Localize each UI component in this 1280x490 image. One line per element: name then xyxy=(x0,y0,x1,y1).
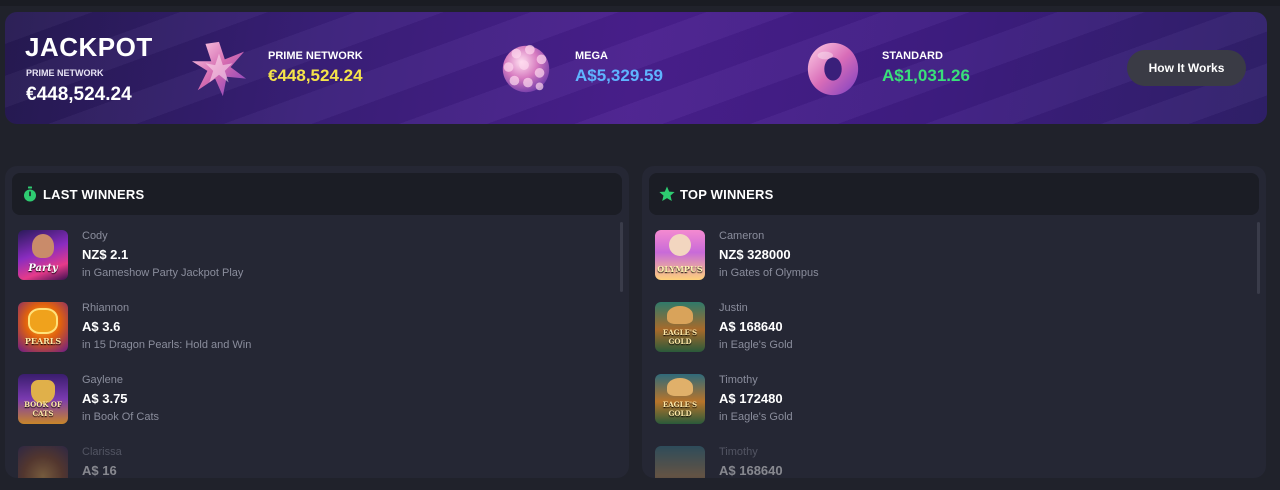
winner-game[interactable]: in Eagle's Gold xyxy=(719,411,793,423)
thumbnail-label: OLYMPUS xyxy=(657,264,703,274)
winner-amount: A$ 3.75 xyxy=(82,391,128,406)
jackpot-banner: JACKPOT PRIME NETWORK €448,524.24 PRIME … xyxy=(5,12,1267,124)
game-thumbnail[interactable]: EAGLE'S GOLD xyxy=(655,374,705,424)
winner-game[interactable]: in Book Of Cats xyxy=(82,411,159,423)
stopwatch-icon xyxy=(24,186,36,202)
game-thumbnail[interactable] xyxy=(655,446,705,478)
jackpot-item-value: A$1,031.26 xyxy=(882,66,970,85)
top-winners-panel: TOP WINNERS OLYMPUS Cameron NZ$ 328000 i… xyxy=(642,166,1266,478)
game-thumbnail[interactable]: Party xyxy=(18,230,68,280)
jackpot-item-value: €448,524.24 xyxy=(268,66,363,85)
winner-amount: A$ 3.6 xyxy=(82,319,121,334)
list-item[interactable]: OLYMPUS Cameron NZ$ 328000 in Gates of O… xyxy=(655,222,1215,282)
eagle-figure xyxy=(667,306,693,324)
zeus-figure xyxy=(669,234,691,256)
top-winners-header: TOP WINNERS xyxy=(649,173,1259,215)
winner-name: Clarissa xyxy=(82,446,122,458)
winner-game[interactable]: in 15 Dragon Pearls: Hold and Win xyxy=(82,339,251,351)
winner-amount: A$ 172480 xyxy=(719,391,783,406)
torus-ring-icon xyxy=(807,42,859,96)
jackpot-item-name: MEGA xyxy=(575,50,608,62)
game-thumbnail[interactable]: PEARLS xyxy=(18,302,68,352)
dragon-figure xyxy=(28,308,58,334)
list-item[interactable]: Clarissa A$ 16 xyxy=(18,438,578,478)
top-winners-title: TOP WINNERS xyxy=(680,187,774,202)
thumbnail-label: EAGLE'S GOLD xyxy=(662,400,698,418)
winner-name: Timothy xyxy=(719,374,758,386)
winner-amount: A$ 16 xyxy=(82,463,117,478)
winner-amount: A$ 168640 xyxy=(719,319,783,334)
list-item[interactable]: EAGLE'S GOLD Timothy A$ 172480 in Eagle'… xyxy=(655,366,1215,426)
jackpot-title: JACKPOT xyxy=(25,32,153,62)
list-item[interactable]: EAGLE'S GOLD Justin A$ 168640 in Eagle's… xyxy=(655,294,1215,354)
last-winners-title: LAST WINNERS xyxy=(43,187,145,202)
thumbnail-label: BOOK OF CATS xyxy=(24,400,62,418)
game-thumbnail[interactable]: OLYMPUS xyxy=(655,230,705,280)
winner-game[interactable]: in Eagle's Gold xyxy=(719,339,793,351)
list-item[interactable]: Timothy A$ 168640 xyxy=(655,438,1215,478)
winner-name: Cameron xyxy=(719,230,765,242)
last-winners-list: Party Cody NZ$ 2.1 in Gameshow Party Jac… xyxy=(5,222,629,478)
top-winners-list: OLYMPUS Cameron NZ$ 328000 in Gates of O… xyxy=(642,222,1266,478)
last-winners-header: LAST WINNERS xyxy=(12,173,622,215)
winner-game[interactable]: in Gameshow Party Jackpot Play xyxy=(82,267,243,279)
how-it-works-button[interactable]: How It Works xyxy=(1127,50,1246,86)
game-thumbnail[interactable]: EAGLE'S GOLD xyxy=(655,302,705,352)
winner-name: Timothy xyxy=(719,446,758,458)
jackpot-item-name: PRIME NETWORK xyxy=(268,50,363,62)
winner-game[interactable]: in Gates of Olympus xyxy=(719,267,819,279)
game-thumbnail[interactable]: BOOK OF CATS xyxy=(18,374,68,424)
eagle-figure xyxy=(667,378,693,396)
jackpot-item-value: A$5,329.59 xyxy=(575,66,663,85)
host-figure xyxy=(32,234,54,258)
list-item[interactable]: Party Cody NZ$ 2.1 in Gameshow Party Jac… xyxy=(18,222,578,282)
winner-name: Gaylene xyxy=(82,374,123,386)
game-thumbnail[interactable] xyxy=(18,446,68,478)
winner-amount: NZ$ 328000 xyxy=(719,247,791,262)
top-strip xyxy=(0,0,1280,6)
last-winners-panel: LAST WINNERS Party Cody NZ$ 2.1 in Games… xyxy=(5,166,629,478)
star-icon xyxy=(659,186,675,201)
crystal-ball-icon xyxy=(502,44,550,93)
thumbnail-label: EAGLE'S GOLD xyxy=(662,328,698,346)
jackpot-amount: €448,524.24 xyxy=(26,84,132,105)
list-item[interactable]: BOOK OF CATS Gaylene A$ 3.75 in Book Of … xyxy=(18,366,578,426)
winner-amount: A$ 168640 xyxy=(719,463,783,478)
jackpot-item-name: STANDARD xyxy=(882,50,943,62)
winner-name: Cody xyxy=(82,230,108,242)
jackpot-subtitle: PRIME NETWORK xyxy=(26,68,104,78)
winner-amount: NZ$ 2.1 xyxy=(82,247,129,262)
list-item[interactable]: PEARLS Rhiannon A$ 3.6 in 15 Dragon Pear… xyxy=(18,294,578,354)
winner-name: Rhiannon xyxy=(82,302,130,314)
thumbnail-label: PEARLS xyxy=(24,336,62,346)
winner-name: Justin xyxy=(719,302,748,314)
thumbnail-label: Party xyxy=(28,263,58,274)
crystal-star-icon xyxy=(191,41,247,97)
